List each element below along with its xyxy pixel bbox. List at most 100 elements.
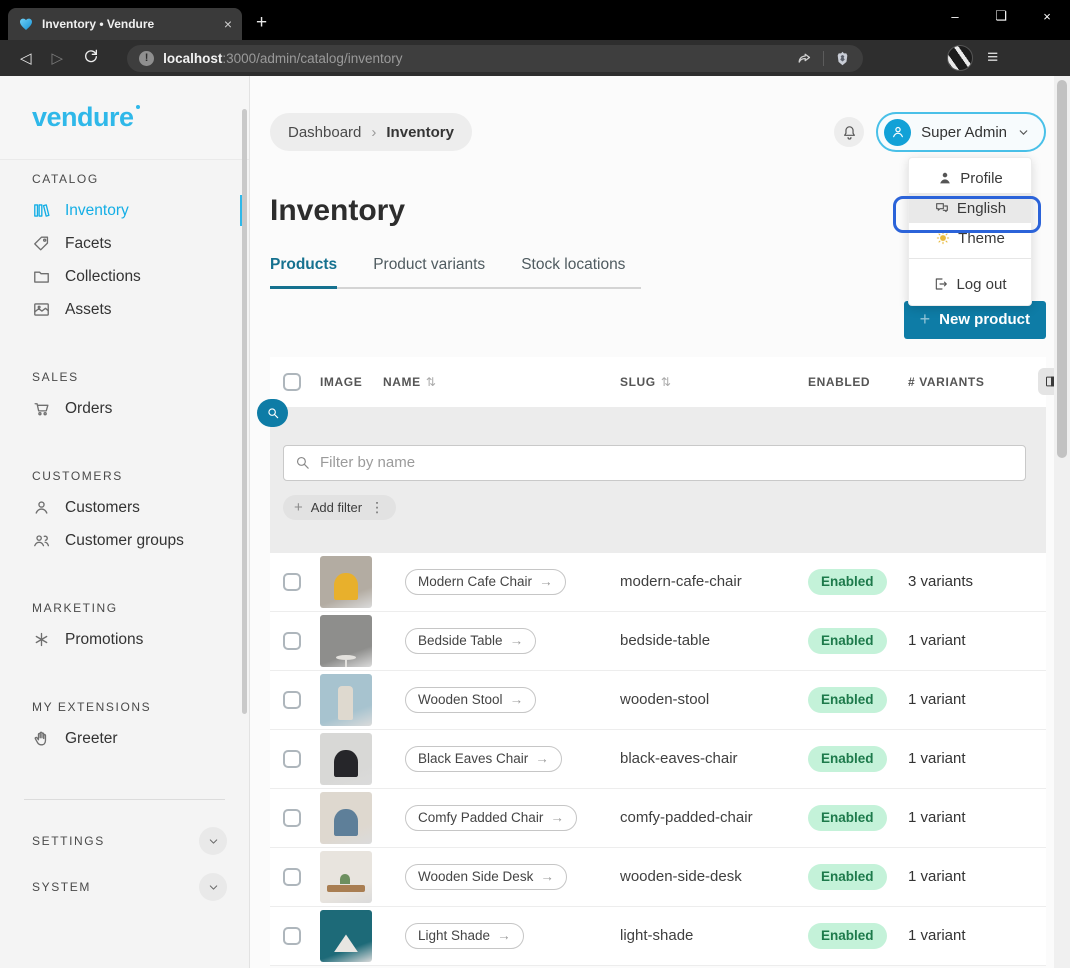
forward-button[interactable]: ▷ [52, 49, 64, 67]
status-badge: Enabled [808, 687, 887, 713]
sidebar-item-collections[interactable]: Collections [0, 260, 249, 293]
filter-band: + Add filter ⋮ [270, 407, 1046, 553]
filter-by-name-input[interactable] [283, 445, 1026, 481]
sidebar-item-label: Collections [65, 268, 141, 286]
share-icon[interactable] [796, 50, 813, 67]
sidebar-item-promotions[interactable]: Promotions [0, 623, 249, 656]
menu-item-label: English [957, 200, 1006, 217]
select-all-checkbox[interactable] [283, 373, 301, 391]
product-thumbnail [320, 674, 372, 726]
tag-icon [32, 234, 51, 253]
plus-icon: + [920, 309, 931, 330]
search-icon [294, 454, 311, 471]
window-minimize-button[interactable]: – [932, 0, 978, 32]
product-name-link[interactable]: Wooden Stool→ [405, 687, 536, 713]
tab-close-icon[interactable]: × [224, 17, 232, 31]
sort-icon[interactable]: ⇅ [661, 375, 672, 389]
thumbnail-object [334, 750, 359, 777]
sidebar-scrollbar-thumb[interactable] [242, 109, 247, 714]
sidebar-collapsed-system[interactable]: SYSTEM [0, 872, 249, 902]
column-header-enabled: ENABLED [808, 375, 908, 389]
product-name-link[interactable]: Comfy Padded Chair→ [405, 805, 577, 831]
menu-item-profile[interactable]: Profile [909, 163, 1031, 193]
product-name-link[interactable]: Light Shade→ [405, 923, 524, 949]
row-checkbox[interactable] [283, 632, 301, 650]
breadcrumb-item-dashboard[interactable]: Dashboard [288, 124, 361, 141]
sidebar-item-facets[interactable]: Facets [0, 227, 249, 260]
product-name-link[interactable]: Black Eaves Chair→ [405, 746, 562, 772]
notifications-button[interactable] [834, 117, 864, 147]
row-checkbox[interactable] [283, 927, 301, 945]
sort-icon[interactable]: ⇅ [426, 375, 437, 389]
sidebar-item-orders[interactable]: Orders [0, 392, 249, 425]
window-maximize-button[interactable]: ❏ [978, 0, 1024, 32]
browser-tab[interactable]: Inventory • Vendure × [8, 8, 242, 40]
back-button[interactable]: ◁ [20, 49, 32, 67]
search-toggle-button[interactable] [257, 399, 288, 427]
tab-products[interactable]: Products [270, 256, 337, 289]
table-row: Light Shade→light-shadeEnabled1 variant [270, 907, 1046, 966]
table-row: Wooden Stool→wooden-stoolEnabled1 varian… [270, 671, 1046, 730]
sidebar-item-customer-groups[interactable]: Customer groups [0, 524, 249, 557]
new-tab-button[interactable]: + [256, 12, 267, 34]
reload-button[interactable] [83, 48, 99, 68]
thumbnail-object [338, 686, 354, 720]
arrow-right-icon: → [535, 751, 549, 766]
window-close-button[interactable]: × [1024, 0, 1070, 32]
brave-shield-icon[interactable] [834, 50, 851, 67]
row-checkbox[interactable] [283, 573, 301, 591]
thumbnail-object [327, 885, 364, 892]
site-info-icon[interactable]: ! [139, 51, 154, 66]
product-name-link[interactable]: Modern Cafe Chair→ [405, 569, 566, 595]
user-menu-button[interactable]: Super Admin [876, 112, 1046, 152]
menu-item-theme[interactable]: Theme [909, 223, 1031, 253]
sun-icon [935, 230, 951, 246]
arrow-right-icon: → [539, 574, 553, 589]
menu-item-english[interactable]: English [909, 193, 1031, 223]
sidebar-item-label: Inventory [65, 202, 129, 220]
thumbnail-object [336, 655, 357, 660]
sidebar-section-label: SYSTEM [32, 880, 91, 894]
asterisk-icon [32, 630, 51, 649]
sidebar-item-customers[interactable]: Customers [0, 491, 249, 524]
menu-item-log-out[interactable]: Log out [909, 268, 1031, 300]
page-scrollbar-track[interactable] [1054, 76, 1070, 968]
browser-titlebar: Inventory • Vendure × + – ❏ × [0, 0, 1070, 40]
add-filter-button[interactable]: + Add filter ⋮ [283, 495, 396, 520]
row-checkbox[interactable] [283, 809, 301, 827]
row-checkbox[interactable] [283, 868, 301, 886]
sidebar-item-inventory[interactable]: Inventory [0, 194, 249, 227]
sidebar-divider [24, 799, 225, 800]
product-name-link[interactable]: Wooden Side Desk→ [405, 864, 567, 890]
browser-menu-icon[interactable]: ≡ [987, 47, 998, 69]
browser-profile-avatar[interactable] [947, 45, 973, 71]
expand-section-button[interactable] [199, 873, 227, 901]
table-row: Black Eaves Chair→black-eaves-chairEnabl… [270, 730, 1046, 789]
thumbnail-object [334, 809, 359, 836]
dots-vertical-icon: ⋮ [370, 499, 385, 516]
table-row: Comfy Padded Chair→comfy-padded-chairEna… [270, 789, 1046, 848]
tab-product-variants[interactable]: Product variants [373, 256, 485, 287]
row-checkbox[interactable] [283, 691, 301, 709]
sidebar-section: MY EXTENSIONSGreeter [0, 700, 249, 755]
sidebar-collapsed-settings[interactable]: SETTINGS [0, 826, 249, 856]
row-checkbox[interactable] [283, 750, 301, 768]
product-slug: light-shade [620, 927, 808, 944]
tab-stock-locations[interactable]: Stock locations [521, 256, 625, 287]
status-badge: Enabled [808, 864, 887, 890]
users-icon [32, 531, 51, 550]
new-product-button[interactable]: + New product [904, 301, 1046, 339]
sidebar-item-greeter[interactable]: Greeter [0, 722, 249, 755]
sidebar-item-label: Orders [65, 400, 112, 418]
address-bar[interactable]: ! localhost:3000/admin/catalog/inventory [127, 45, 863, 72]
vendure-logo[interactable]: vendure [32, 102, 134, 133]
variant-count: 1 variant [908, 632, 1038, 649]
product-name-link[interactable]: Bedside Table→ [405, 628, 536, 654]
variant-count: 1 variant [908, 750, 1038, 767]
sidebar-item-assets[interactable]: Assets [0, 293, 249, 326]
breadcrumb-item-inventory[interactable]: Inventory [386, 124, 454, 141]
bell-icon [841, 124, 858, 141]
expand-section-button[interactable] [199, 827, 227, 855]
tab-bar: Products Product variants Stock locations [270, 256, 641, 289]
page-scrollbar-thumb[interactable] [1057, 80, 1067, 458]
